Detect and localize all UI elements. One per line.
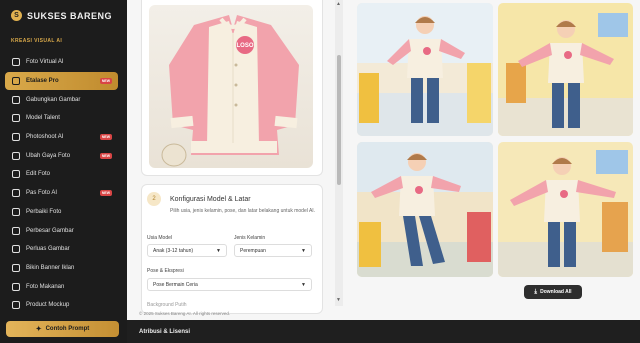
food-icon [12, 282, 20, 291]
new-badge: NEW [99, 134, 112, 141]
store-icon [12, 77, 20, 86]
chevron-down-icon: ▼ [216, 248, 221, 254]
svg-text:LOSO: LOSO [236, 43, 253, 49]
pose-select[interactable]: Pose Bermain Ceria ▼ [147, 278, 312, 291]
expand-icon [12, 245, 20, 254]
id-photo-icon [12, 189, 20, 198]
scrollbar-thumb[interactable] [337, 55, 341, 185]
sidebar-item-label: Photoshoot AI [26, 134, 64, 141]
step-number: 2 [147, 192, 161, 206]
sidebar-item-label: Foto Makanan [26, 283, 65, 290]
config-description: Pilih usia, jenis kelamin, pose, dan lat… [170, 208, 316, 214]
pose-select-value: Pose Bermain Ceria [153, 281, 198, 288]
sidebar-item-label: Edit Foto [26, 171, 51, 178]
contoh-prompt-button[interactable]: ✦ Contoh Prompt [6, 321, 119, 337]
new-badge: NEW [99, 78, 112, 85]
result-image-4[interactable] [498, 142, 633, 277]
sidebar-item-photoshoot-ai[interactable]: Photoshoot AI NEW [5, 128, 118, 147]
result-photo-3 [357, 142, 493, 277]
sidebar-item-pas-foto-ai[interactable]: Pas Foto AI NEW [5, 184, 118, 203]
camera-icon [12, 58, 20, 67]
chevron-down-icon: ▼ [301, 282, 306, 288]
sidebar-item-product-mockup[interactable]: Product Mockup [5, 296, 118, 315]
left-panel-scrollbar[interactable]: ▲ ▼ [335, 0, 343, 306]
app-root: S SUKSES BARENG KREASI VISUAL AI Foto Vi… [0, 0, 640, 343]
sidebar: S SUKSES BARENG KREASI VISUAL AI Foto Vi… [0, 0, 127, 343]
sidebar-item-perluas-gambar[interactable]: Perluas Gambar [5, 240, 118, 259]
sidebar-item-foto-makanan[interactable]: Foto Makanan [5, 277, 118, 296]
gender-select-value: Perempuan [240, 247, 266, 254]
sidebar-item-label: Perluas Gambar [26, 246, 70, 253]
sidebar-item-bikin-banner-iklan[interactable]: Bikin Banner Iklan [5, 259, 118, 278]
result-photo-2 [498, 3, 633, 136]
brand[interactable]: S SUKSES BARENG [11, 10, 112, 21]
sidebar-item-label: Gabungkan Gambar [26, 96, 81, 103]
sidebar-item-label: Foto Virtual AI [26, 59, 64, 66]
zoom-icon [12, 226, 20, 235]
sidebar-item-etalase-pro[interactable]: Etalase Pro NEW [5, 71, 118, 91]
sidebar-item-perbesar-gambar[interactable]: Perbesar Gambar [5, 221, 118, 240]
pose-label: Pose & Ekspresi [147, 268, 184, 274]
sidebar-item-model-talent[interactable]: Model Talent [5, 109, 118, 128]
result-photo-4 [498, 142, 633, 277]
download-all-button[interactable]: ⤓ Download All [524, 285, 582, 299]
sidebar-item-foto-virtual-ai[interactable]: Foto Virtual AI [5, 53, 118, 72]
new-badge: NEW [99, 152, 112, 159]
brand-name: SUKSES BARENG [27, 10, 113, 21]
sparkle-icon: ✦ [35, 326, 42, 333]
brand-logo-icon: S [11, 10, 22, 21]
edit-icon [12, 170, 20, 179]
result-photo-1 [357, 3, 493, 136]
copyright-text: © 2025 Sukses Bareng AI. All rights rese… [139, 311, 231, 316]
download-icon: ⤓ [534, 288, 538, 295]
contoh-prompt-label: Contoh Prompt [45, 326, 90, 332]
sidebar-item-perbaiki-foto[interactable]: Perbaiki Foto [5, 203, 118, 222]
sidebar-item-label: Etalase Pro [26, 78, 59, 85]
banner-icon [12, 263, 20, 272]
sidebar-item-gabungkan-gambar[interactable]: Gabungkan Gambar [5, 90, 118, 109]
sidebar-item-label: Product Mockup [26, 302, 70, 309]
age-label: Usia Model [147, 235, 173, 241]
scroll-down-icon: ▼ [336, 297, 341, 303]
sidebar-item-label: Perbesar Gambar [26, 227, 74, 234]
sidebar-item-edit-foto[interactable]: Edit Foto [5, 165, 118, 184]
user-icon [12, 114, 20, 123]
sidebar-item-label: Bikin Banner Iklan [26, 264, 75, 271]
result-image-3[interactable] [357, 142, 493, 277]
wand-icon [12, 207, 20, 216]
age-select-value: Anak (3-12 tahun) [153, 247, 194, 254]
sidebar-item-label: Model Talent [26, 115, 60, 122]
product-image[interactable]: LOSO [149, 5, 313, 168]
jacket-illustration: LOSO [161, 15, 299, 167]
sidebar-section-title: KREASI VISUAL AI [11, 38, 63, 44]
footer-bar: Atribusi & Lisensi [127, 320, 640, 343]
camera-icon [12, 133, 20, 142]
brush-icon [12, 151, 20, 160]
sidebar-item-label: Pas Foto AI [26, 190, 58, 197]
result-image-1[interactable] [357, 3, 493, 136]
config-title: Konfigurasi Model & Latar [170, 196, 251, 203]
background-label: Background Putih [147, 302, 187, 308]
age-select[interactable]: Anak (3-12 tahun) ▼ [147, 244, 227, 257]
sidebar-item-label: Ubah Gaya Foto [26, 152, 71, 159]
mockup-icon [12, 301, 20, 310]
new-badge: NEW [99, 190, 112, 197]
gender-select[interactable]: Perempuan ▼ [234, 244, 312, 257]
sidebar-item-label: Perbaiki Foto [26, 208, 62, 215]
gender-label: Jenis Kelamin [234, 235, 266, 241]
result-image-2[interactable] [498, 3, 633, 136]
download-all-label: Download All [540, 289, 572, 295]
scroll-up-icon: ▲ [336, 1, 341, 7]
sidebar-item-ubah-gaya-foto[interactable]: Ubah Gaya Foto NEW [5, 146, 118, 165]
layers-icon [12, 95, 20, 104]
sidebar-menu: Foto Virtual AI Etalase Pro NEW Gabungka… [5, 53, 118, 315]
chevron-down-icon: ▼ [301, 248, 306, 254]
footer-title[interactable]: Atribusi & Lisensi [139, 329, 190, 335]
